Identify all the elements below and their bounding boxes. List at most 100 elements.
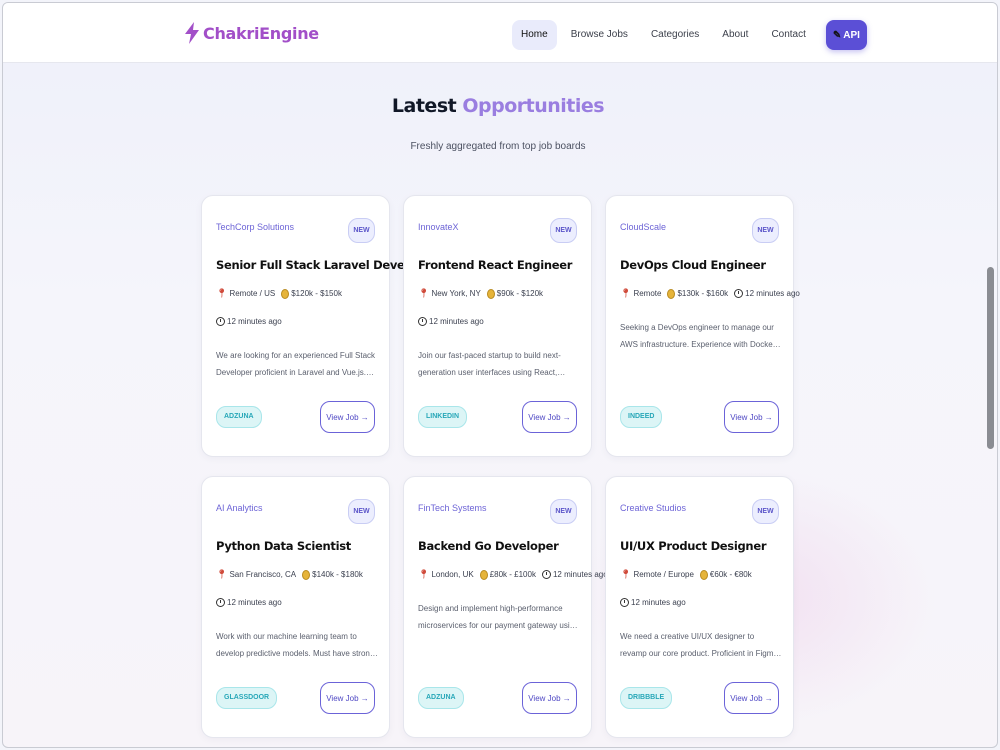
job-location: 📍︎ Remote / US <box>216 288 275 299</box>
job-posted: 12 minutes ago <box>620 598 692 607</box>
job-location: 📍︎ Remote / Europe <box>620 569 694 580</box>
nav-contact[interactable]: Contact <box>762 20 814 50</box>
job-posted: 12 minutes ago <box>418 317 490 326</box>
company-name: Creative Studios <box>620 503 687 513</box>
browser-viewport: ChakriEngine Home Browse Jobs Categories… <box>2 2 998 748</box>
clock-icon <box>541 570 551 579</box>
job-title[interactable]: UI/UX Product Designer <box>620 539 790 553</box>
job-title[interactable]: DevOps Cloud Engineer <box>620 258 790 272</box>
job-location: 📍︎ San Francisco, CA <box>216 569 296 580</box>
salary-text: £80k - £100k <box>489 570 536 579</box>
job-title[interactable]: Python Data Scientist <box>216 539 386 553</box>
job-description: Join our fast-paced startup to build nex… <box>418 351 561 377</box>
clock-icon <box>418 317 427 326</box>
job-title[interactable]: Backend Go Developer <box>418 539 588 553</box>
new-badge: NEW <box>348 218 375 243</box>
job-description: We need a creative UI/UX designer to rev… <box>620 632 781 658</box>
company-name: CloudScale <box>620 222 667 232</box>
job-posted: 12 minutes ago <box>541 570 608 579</box>
map-pin-icon: 📍︎ <box>620 569 632 579</box>
job-salary: $140k - $180k <box>302 569 363 580</box>
brand-logo[interactable]: ChakriEngine <box>184 22 319 44</box>
new-badge: NEW <box>550 499 577 524</box>
money-bag-icon <box>479 569 488 580</box>
job-description: Design and implement high-performance mi… <box>418 604 579 630</box>
job-salary: €60k - €80k <box>699 569 752 580</box>
job-card[interactable]: AI Analytics NEW Python Data Scientist 📍… <box>201 476 390 738</box>
source-badge: DRIBBBLE <box>620 687 673 709</box>
map-pin-icon: 📍︎ <box>418 569 430 579</box>
new-badge: NEW <box>550 218 577 243</box>
map-pin-icon: 📍︎ <box>216 288 228 298</box>
location-text: London, UK <box>431 570 474 579</box>
new-badge: NEW <box>752 499 779 524</box>
page-title-accent: Opportunities <box>462 95 605 117</box>
posted-time: 12 minutes ago <box>227 598 282 607</box>
money-bag-icon <box>486 288 495 299</box>
clock-icon <box>734 289 744 298</box>
salary-text: $90k - $120k <box>496 289 544 298</box>
job-card[interactable]: FinTech Systems NEW Backend Go Developer… <box>403 476 608 738</box>
page-subtitle: Freshly aggregated from top job boards <box>410 141 586 152</box>
source-badge: LINKEDIN <box>418 406 468 428</box>
page-title-main: Latest <box>391 95 457 117</box>
lightning-bolt-icon <box>185 22 199 44</box>
posted-time: 12 minutes ago <box>631 598 686 607</box>
job-posted: 12 minutes ago <box>216 598 288 607</box>
view-job-button[interactable]: View Job → <box>724 401 779 433</box>
brand-name: ChakriEngine <box>203 23 319 43</box>
money-bag-icon <box>667 288 676 299</box>
source-badge: ADZUNA <box>216 406 262 428</box>
job-meta: 📍︎ New York, NY $90k - $120k <box>418 288 549 299</box>
view-job-button[interactable]: View Job → <box>320 401 375 433</box>
salary-text: €60k - €80k <box>709 570 752 579</box>
location-text: Remote / US <box>229 289 276 298</box>
main-nav: Home Browse Jobs Categories About Contac… <box>512 20 867 50</box>
company-name: InnovateX <box>418 222 459 232</box>
source-badge: INDEED <box>620 406 663 428</box>
company-name: AI Analytics <box>216 503 263 513</box>
job-card[interactable]: InnovateX NEW Frontend React Engineer 📍︎… <box>403 195 592 457</box>
nav-browse-jobs[interactable]: Browse Jobs <box>562 20 637 50</box>
money-bag-icon <box>302 569 311 580</box>
map-pin-icon: 📍︎ <box>216 569 228 579</box>
job-title[interactable]: Frontend React Engineer <box>418 258 588 272</box>
job-card[interactable]: CloudScale NEW DevOps Cloud Engineer 📍︎ R… <box>605 195 800 457</box>
job-title[interactable]: Senior Full Stack Laravel Developer <box>216 258 437 272</box>
job-salary: £80k - £100k <box>479 569 536 580</box>
nav-home[interactable]: Home <box>512 20 557 50</box>
salary-text: $140k - $180k <box>312 570 363 579</box>
scrollbar-thumb[interactable] <box>987 267 994 449</box>
location-text: Remote <box>633 289 662 298</box>
job-posted: 12 minutes ago <box>216 317 288 326</box>
job-posted: 12 minutes ago <box>734 289 800 298</box>
view-job-button[interactable]: View Job → <box>522 682 577 714</box>
job-meta: 📍︎ Remote $130k - $160k 12 minutes ago <box>620 288 806 299</box>
job-meta: 📍︎ London, UK £80k - £100k 12 minutes ago <box>418 569 614 580</box>
job-salary: $90k - $120k <box>486 288 544 299</box>
job-location: 📍︎ Remote <box>620 288 661 299</box>
view-job-button[interactable]: View Job → <box>724 682 779 714</box>
clock-icon <box>216 598 225 607</box>
clock-icon <box>620 598 629 607</box>
nav-categories[interactable]: Categories <box>642 20 708 50</box>
job-card[interactable]: TechCorp Solutions NEW Senior Full Stack… <box>201 195 437 457</box>
location-text: New York, NY <box>431 289 481 298</box>
job-card[interactable]: Creative Studios NEW UI/UX Product Desig… <box>605 476 794 738</box>
new-badge: NEW <box>752 218 779 243</box>
view-job-button[interactable]: View Job → <box>522 401 577 433</box>
posted-time: 12 minutes ago <box>227 317 282 326</box>
source-badge: GLASSDOOR <box>216 687 278 709</box>
map-pin-icon: 📍︎ <box>620 288 632 298</box>
job-description: Work with our machine learning team to d… <box>216 632 375 658</box>
view-job-button[interactable]: View Job → <box>320 682 375 714</box>
map-pin-icon: 📍︎ <box>418 288 430 298</box>
api-button-label: API <box>843 29 860 41</box>
job-meta: 📍︎ Remote / Europe €60k - €80k <box>620 569 758 580</box>
company-name: TechCorp Solutions <box>216 222 295 232</box>
api-button[interactable]: ✎ API <box>825 20 867 50</box>
clock-icon <box>216 317 225 326</box>
job-description: Seeking a DevOps engineer to manage our … <box>620 323 778 349</box>
company-name: FinTech Systems <box>418 503 487 513</box>
nav-about[interactable]: About <box>713 20 757 50</box>
